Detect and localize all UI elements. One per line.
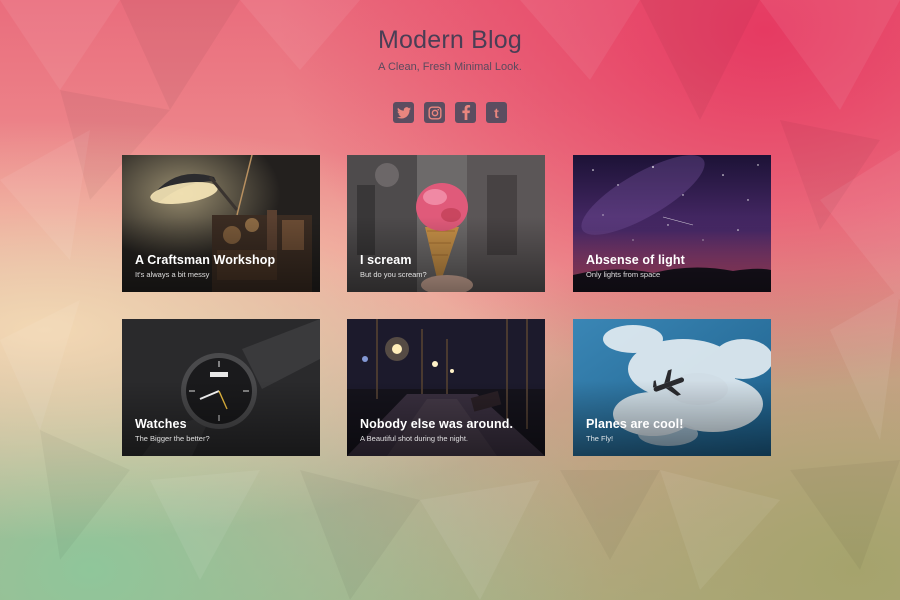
post-title: Absense of light bbox=[586, 253, 685, 267]
post-title: Watches bbox=[135, 417, 187, 431]
post-caption: I scream But do you scream? bbox=[360, 253, 427, 279]
post-subtitle: The Bigger the better? bbox=[135, 434, 210, 443]
post-subtitle: But do you scream? bbox=[360, 270, 427, 279]
post-title: Planes are cool! bbox=[586, 417, 684, 431]
tumblr-glyph: t bbox=[494, 104, 499, 121]
post-caption: Planes are cool! The Fly! bbox=[586, 417, 683, 443]
post-subtitle: It's always a bit messy bbox=[135, 270, 210, 279]
post-caption: Watches The Bigger the better? bbox=[135, 417, 210, 443]
social-links: t bbox=[0, 102, 900, 123]
post-title: I scream bbox=[360, 253, 412, 267]
site-tagline: A Clean, Fresh Minimal Look. bbox=[378, 61, 522, 73]
tumblr-icon[interactable]: t bbox=[486, 102, 507, 123]
post-title: Nobody else was around. bbox=[360, 417, 514, 431]
post-subtitle: Only lights from space bbox=[586, 270, 661, 279]
post-card-night-sky[interactable]: Absense of light Only lights from space bbox=[573, 155, 771, 292]
instagram-icon[interactable] bbox=[424, 102, 445, 123]
post-card-night-street[interactable]: Nobody else was around. A Beautiful shot… bbox=[347, 319, 545, 456]
twitter-icon[interactable] bbox=[393, 102, 414, 123]
post-card-workshop[interactable]: A Craftsman Workshop It's always a bit m… bbox=[122, 155, 320, 292]
post-subtitle: A Beautiful shot during the night. bbox=[360, 434, 468, 443]
post-card-planes[interactable]: Planes are cool! The Fly! bbox=[573, 319, 771, 456]
post-caption: Absense of light Only lights from space bbox=[586, 253, 685, 279]
post-caption: Nobody else was around. A Beautiful shot… bbox=[360, 417, 513, 443]
post-subtitle: The Fly! bbox=[586, 434, 614, 443]
post-caption: A Craftsman Workshop It's always a bit m… bbox=[135, 253, 275, 279]
low-poly-background bbox=[0, 0, 900, 600]
post-card-ice-cream[interactable]: I scream But do you scream? bbox=[347, 155, 545, 292]
facebook-icon[interactable] bbox=[455, 102, 476, 123]
site-header: Modern Blog A Clean, Fresh Minimal Look. bbox=[0, 26, 900, 73]
post-title: A Craftsman Workshop bbox=[135, 253, 276, 267]
site-title[interactable]: Modern Blog bbox=[0, 26, 900, 55]
post-card-watches[interactable]: Watches The Bigger the better? bbox=[122, 319, 320, 456]
